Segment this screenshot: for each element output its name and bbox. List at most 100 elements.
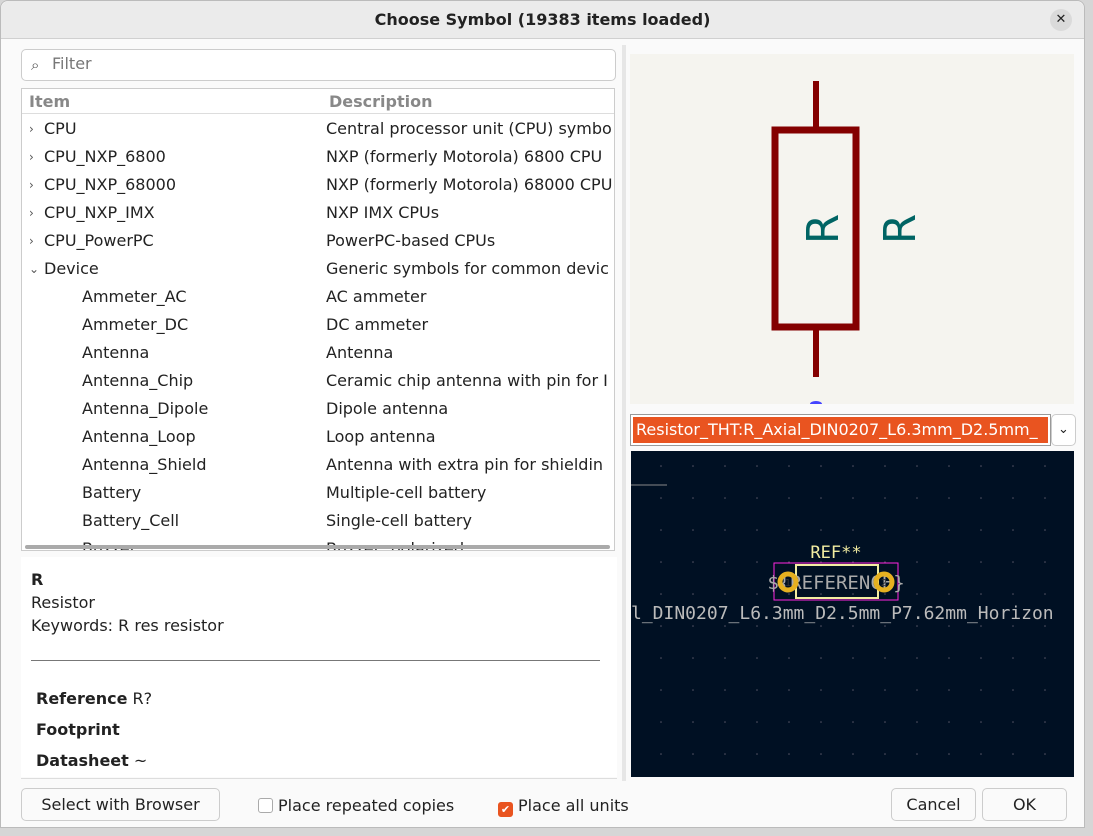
grid-dot: [788, 657, 790, 659]
grid-dot: [916, 625, 918, 627]
column-description[interactable]: Description: [329, 92, 432, 111]
grid-dot: [756, 561, 758, 563]
tree-row[interactable]: › CPU_NXP_68000 NXP (formerly Motorola) 68…: [22, 171, 614, 199]
tree-item-description: Single-cell battery: [326, 511, 472, 530]
grid-dot: [948, 689, 950, 691]
tree-item-description: Multiple-cell battery: [326, 483, 487, 502]
grid-dot: [980, 753, 982, 755]
grid-dot: [660, 625, 662, 627]
chevron-down-icon[interactable]: ⌄: [1051, 414, 1076, 446]
grid-dot: [980, 529, 982, 531]
tree-item-name: Antenna_Dipole: [82, 399, 209, 418]
grid-dot: [1044, 689, 1046, 691]
grid-dot: [916, 721, 918, 723]
tree-row[interactable]: › CPU_PowerPC PowerPC-based CPUs: [22, 227, 614, 255]
field-row: Footprint: [36, 720, 120, 739]
tree-row[interactable]: ⌄ Device Generic symbols for common devic: [22, 255, 614, 283]
tree-row[interactable]: Antenna Antenna: [22, 339, 614, 367]
grid-dot: [660, 689, 662, 691]
symbol-tree[interactable]: Item Description › CPU Central processor u…: [21, 88, 615, 551]
close-icon[interactable]: ✕: [1050, 9, 1072, 31]
grid-dot: [692, 753, 694, 755]
chevron-right-icon[interactable]: ›: [29, 178, 34, 192]
field-label: Footprint: [36, 720, 120, 739]
field-row: Reference R?: [36, 689, 152, 708]
grid-dot: [1044, 465, 1046, 467]
grid-dot: [852, 529, 854, 531]
tree-header: Item Description: [22, 89, 614, 114]
grid-dot: [980, 561, 982, 563]
grid-dot: [756, 593, 758, 595]
select-with-browser-button[interactable]: Select with Browser: [21, 788, 220, 821]
chevron-right-icon[interactable]: ›: [29, 234, 34, 248]
grid-dot: [724, 497, 726, 499]
grid-dot: [788, 465, 790, 467]
chevron-right-icon[interactable]: ›: [29, 206, 34, 220]
tree-row[interactable]: Ammeter_AC AC ammeter: [22, 283, 614, 311]
tree-item-name: Antenna_Chip: [82, 371, 194, 390]
tree-row[interactable]: Antenna_Loop Loop antenna: [22, 423, 614, 451]
grid-dot: [884, 721, 886, 723]
filter-input[interactable]: [52, 54, 602, 73]
checkbox-unchecked[interactable]: [258, 798, 273, 813]
title-bar: Choose Symbol (19383 items loaded) ✕: [1, 1, 1084, 39]
grid-dot: [692, 625, 694, 627]
horizontal-scrollbar[interactable]: [25, 545, 610, 549]
chevron-down-icon[interactable]: ⌄: [29, 262, 39, 276]
grid-dot: [1012, 529, 1014, 531]
grid-dot: [820, 465, 822, 467]
grid-dot: [948, 529, 950, 531]
grid-dot: [788, 721, 790, 723]
splitter[interactable]: [622, 45, 626, 781]
grid-dot: [1012, 465, 1014, 467]
filter-field[interactable]: ⌕: [21, 49, 616, 81]
grid-dot: [948, 593, 950, 595]
grid-dot: [820, 497, 822, 499]
checkbox-checked[interactable]: ✔: [498, 802, 513, 817]
grid-dot: [980, 625, 982, 627]
tree-row[interactable]: Ammeter_DC DC ammeter: [22, 311, 614, 339]
tree-row[interactable]: Battery_Cell Single-cell battery: [22, 507, 614, 535]
tree-item-description: Generic symbols for common devic: [326, 259, 609, 278]
grid-dot: [916, 465, 918, 467]
symbol-description: Resistor: [31, 593, 95, 612]
place-all-units-checkbox[interactable]: ✔ Place all units: [498, 796, 629, 817]
tree-row[interactable]: › CPU_NXP_IMX NXP IMX CPUs: [22, 199, 614, 227]
grid-dot: [980, 465, 982, 467]
chevron-right-icon[interactable]: ›: [29, 122, 34, 136]
tree-item-description: NXP IMX CPUs: [326, 203, 440, 222]
tree-item-description: NXP (formerly Motorola) 68000 CPU: [326, 175, 613, 194]
ok-button[interactable]: OK: [982, 788, 1067, 821]
grid-dot: [916, 657, 918, 659]
checkbox-label: Place repeated copies: [278, 796, 455, 815]
tree-row[interactable]: Antenna_Dipole Dipole antenna: [22, 395, 614, 423]
grid-dot: [724, 721, 726, 723]
tree-item-name: Device: [44, 259, 99, 278]
tree-row[interactable]: Battery Multiple-cell battery: [22, 479, 614, 507]
footprint-preview: REF** ${REFERENCE} 1 2 l_DIN0207_L6.3mm_…: [631, 451, 1074, 777]
footprint-selected-value: Resistor_THT:R_Axial_DIN0207_L6.3mm_D2.5…: [633, 417, 1048, 443]
grid-dot: [692, 593, 694, 595]
tree-row[interactable]: › CPU_NXP_6800 NXP (formerly Motorola) 680…: [22, 143, 614, 171]
column-item[interactable]: Item: [29, 92, 70, 111]
grid-dot: [980, 497, 982, 499]
place-repeated-copies-checkbox[interactable]: Place repeated copies: [258, 796, 454, 816]
chevron-right-icon[interactable]: ›: [29, 150, 34, 164]
grid-dot: [852, 497, 854, 499]
grid-dot: [1012, 753, 1014, 755]
grid-dot: [692, 497, 694, 499]
grid-dot: [980, 689, 982, 691]
tree-row[interactable]: › CPU Central processor unit (CPU) symbo: [22, 115, 614, 143]
grid-dot: [1044, 561, 1046, 563]
window-title: Choose Symbol (19383 items loaded): [374, 10, 711, 29]
grid-dot: [692, 529, 694, 531]
grid-dot: [1012, 497, 1014, 499]
grid-dot: [1044, 753, 1046, 755]
grid-dot: [1012, 689, 1014, 691]
tree-row[interactable]: Antenna_Chip Ceramic chip antenna with pi…: [22, 367, 614, 395]
grid-dot: [756, 625, 758, 627]
cancel-button[interactable]: Cancel: [891, 788, 976, 821]
tree-row[interactable]: Antenna_Shield Antenna with extra pin for…: [22, 451, 614, 479]
footprint-select[interactable]: Resistor_THT:R_Axial_DIN0207_L6.3mm_D2.5…: [630, 414, 1051, 446]
tree-item-name: Battery_Cell: [82, 511, 180, 530]
